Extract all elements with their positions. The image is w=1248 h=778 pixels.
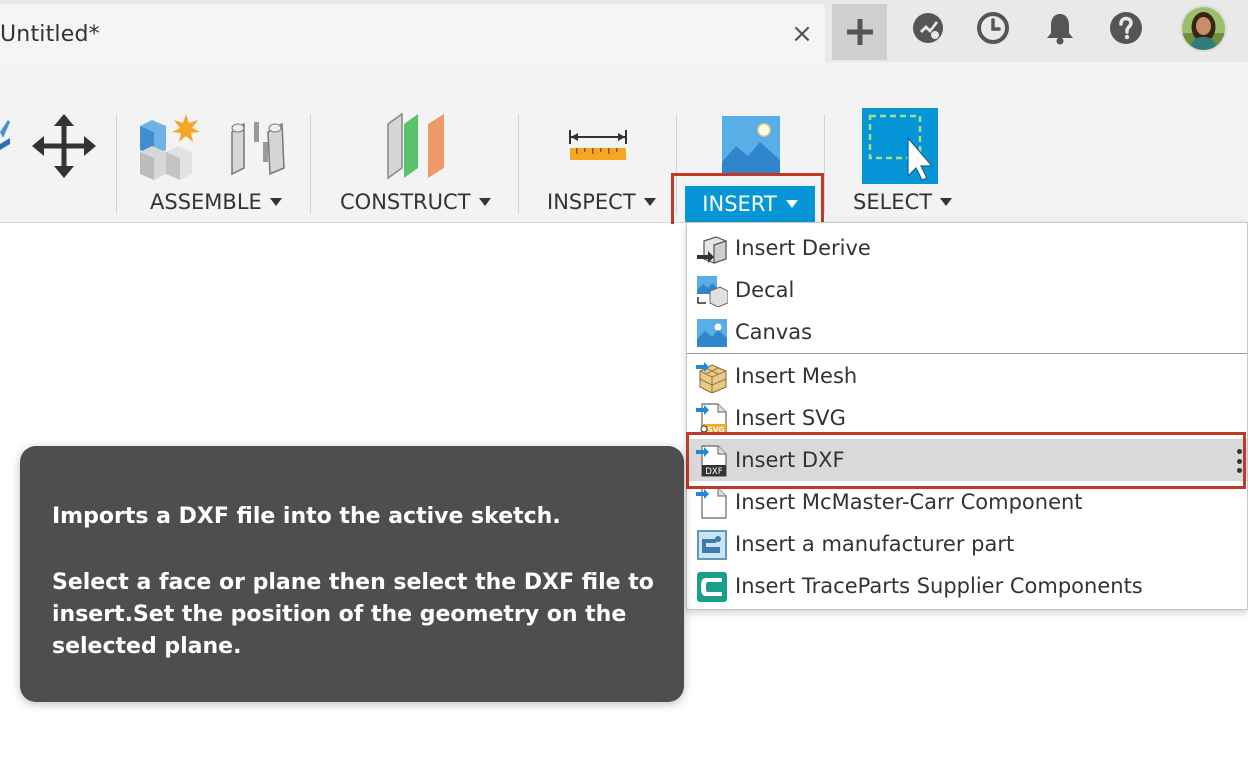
- help-button[interactable]: [1108, 10, 1144, 46]
- new-tab-button[interactable]: [832, 4, 887, 60]
- toolbar-separator: [116, 114, 117, 214]
- more-options-icon[interactable]: [1237, 449, 1243, 473]
- svg-badge-text: SVG: [707, 426, 724, 435]
- menu-item-canvas[interactable]: Canvas: [687, 311, 1247, 353]
- mcmaster-icon: [696, 487, 727, 519]
- select-menu-button[interactable]: SELECT: [853, 190, 953, 214]
- menu-item-label: Insert Mesh: [735, 364, 858, 388]
- close-tab-button[interactable]: ×: [788, 20, 816, 48]
- menu-item-label: Insert McMaster-Carr Component: [735, 490, 1083, 514]
- new-component-icon[interactable]: [138, 114, 204, 180]
- title-bar: Untitled* ×: [0, 0, 1248, 62]
- construct-plane-icon[interactable]: [384, 112, 448, 180]
- menu-item-label: Insert TraceParts Supplier Components: [735, 574, 1143, 598]
- insert-menu-button[interactable]: INSERT: [685, 186, 815, 222]
- chevron-down-icon: [478, 198, 491, 206]
- partial-tool-icon[interactable]: [0, 114, 12, 174]
- menu-item-label: Insert DXF: [735, 448, 845, 472]
- decal-icon: [697, 276, 728, 307]
- help-icon: [1110, 12, 1142, 44]
- insert-dxf-icon: DXF: [696, 445, 727, 477]
- extensions-icon: [913, 13, 943, 43]
- plus-icon: [846, 19, 873, 45]
- menu-item-label: Insert Derive: [735, 236, 871, 260]
- chevron-down-icon: [785, 200, 798, 208]
- tooltip-description: Select a face or plane then select the D…: [52, 570, 654, 659]
- move-icon[interactable]: [32, 114, 96, 178]
- menu-item-insert-manufacturer-part[interactable]: Insert a manufacturer part: [687, 523, 1247, 565]
- construct-menu-button[interactable]: CONSTRUCT: [340, 190, 491, 214]
- chevron-down-icon: [643, 198, 656, 206]
- insert-dropdown-menu: Insert Derive Decal Canvas Insert Mesh S…: [686, 222, 1248, 610]
- traceparts-icon: [697, 572, 727, 602]
- menu-item-insert-dxf[interactable]: DXF Insert DXF: [687, 439, 1247, 481]
- notifications-button[interactable]: [1042, 10, 1078, 46]
- extensions-button[interactable]: [910, 10, 946, 46]
- toolbar-separator: [518, 114, 519, 214]
- command-tooltip: Imports a DXF file into the active sketc…: [20, 446, 684, 702]
- menu-item-insert-derive[interactable]: Insert Derive: [687, 227, 1247, 269]
- avatar[interactable]: [1180, 5, 1227, 52]
- menu-item-insert-mesh[interactable]: Insert Mesh: [687, 355, 1247, 397]
- menu-item-decal[interactable]: Decal: [687, 269, 1247, 311]
- assemble-label: ASSEMBLE: [150, 190, 262, 214]
- job-status-button[interactable]: [975, 10, 1011, 46]
- select-label: SELECT: [853, 190, 933, 214]
- menu-item-insert-svg[interactable]: SVG Insert SVG: [687, 397, 1247, 439]
- menu-item-label: Insert a manufacturer part: [735, 532, 1015, 556]
- menu-item-insert-traceparts[interactable]: Insert TraceParts Supplier Components: [687, 565, 1247, 607]
- measure-icon[interactable]: [568, 128, 628, 164]
- insert-svg-icon: SVG: [696, 403, 727, 435]
- dxf-badge-text: DXF: [705, 467, 722, 477]
- tooltip-summary: Imports a DXF file into the active sketc…: [52, 504, 561, 529]
- insert-derive-icon: [697, 236, 727, 264]
- document-tab[interactable]: Untitled* ×: [0, 4, 825, 62]
- manufacturer-part-icon: [697, 530, 727, 560]
- inspect-menu-button[interactable]: INSPECT: [547, 190, 656, 214]
- select-icon[interactable]: [862, 108, 938, 184]
- document-title: Untitled*: [0, 22, 100, 47]
- insert-label: INSERT: [702, 192, 777, 216]
- toolbar-separator: [310, 114, 311, 214]
- menu-item-label: Canvas: [735, 320, 813, 344]
- ribbon-toolbar: ASSEMBLE CONSTRUCT INSPECT SELECT: [0, 62, 1248, 223]
- chevron-down-icon: [940, 198, 953, 206]
- inspect-label: INSPECT: [547, 190, 636, 214]
- canvas-icon: [697, 319, 727, 347]
- menu-item-label: Insert SVG: [735, 406, 846, 430]
- insert-mesh-icon: [696, 362, 727, 393]
- chevron-down-icon: [269, 198, 282, 206]
- clock-icon: [977, 12, 1009, 44]
- avatar-image: [1182, 7, 1225, 50]
- joint-icon[interactable]: [228, 116, 288, 178]
- menu-divider: [687, 353, 1247, 354]
- assemble-menu-button[interactable]: ASSEMBLE: [150, 190, 282, 214]
- construct-label: CONSTRUCT: [340, 190, 471, 214]
- toolbar-separator: [824, 114, 825, 214]
- menu-item-label: Decal: [735, 278, 795, 302]
- menu-item-insert-mcmaster-carr[interactable]: Insert McMaster-Carr Component: [687, 481, 1247, 523]
- insert-image-icon[interactable]: [722, 116, 780, 176]
- bell-icon: [1047, 14, 1073, 45]
